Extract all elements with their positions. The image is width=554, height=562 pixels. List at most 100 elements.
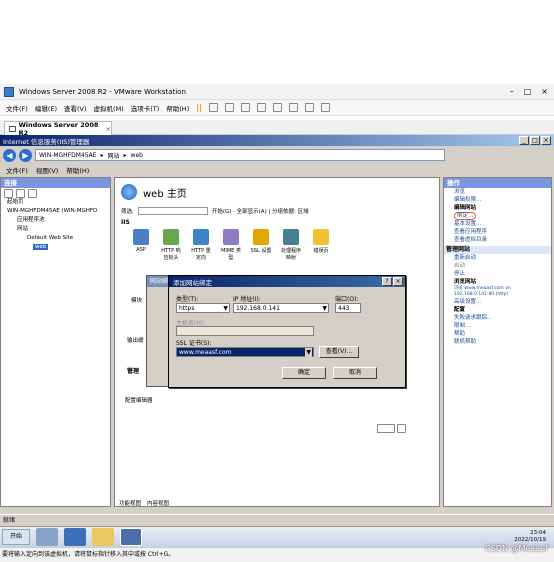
cancel-button[interactable]: 取消 bbox=[333, 367, 377, 379]
forward-icon[interactable]: ▶ bbox=[19, 148, 32, 162]
ok-button[interactable]: 确定 bbox=[282, 367, 326, 379]
connect-icon[interactable] bbox=[4, 189, 13, 198]
feature-redirect[interactable]: HTTP 重定向 bbox=[189, 229, 213, 261]
ip-dropdown-icon[interactable]: ▼ bbox=[322, 304, 327, 313]
tree-start-page[interactable]: 起始页 bbox=[1, 198, 110, 207]
port-label: 端口(O): bbox=[335, 296, 359, 303]
vm-tab[interactable]: Windows Server 2008 R2 × bbox=[4, 121, 112, 137]
type-select[interactable]: https ▼ bbox=[176, 303, 230, 313]
start-button[interactable]: 开始 bbox=[2, 529, 30, 545]
action-failed-tracing[interactable]: 失败请求跟踪... bbox=[444, 314, 551, 322]
feature-asp[interactable]: ASP bbox=[129, 229, 153, 261]
action-restart[interactable]: 重新启动 bbox=[444, 254, 551, 262]
section-iis: IIS bbox=[121, 219, 130, 226]
action-limits[interactable]: 限制... bbox=[444, 322, 551, 330]
view-help-icon[interactable] bbox=[397, 424, 406, 433]
pause-icon[interactable]: || bbox=[196, 103, 202, 112]
tab-close-icon[interactable]: × bbox=[106, 125, 111, 133]
breadcrumb[interactable]: WIN-MGHFDM45AE ▸ 网站 ▸ web bbox=[35, 149, 445, 161]
action-stop[interactable]: 停止 bbox=[444, 270, 551, 278]
breadcrumb-web[interactable]: web bbox=[131, 152, 143, 159]
ip-select[interactable]: 192.168.0.141 ▼ bbox=[233, 303, 329, 313]
menu-tabs[interactable]: 选项卡(T) bbox=[131, 103, 160, 113]
dialog-close-icon[interactable]: × bbox=[393, 277, 403, 286]
menu-view[interactable]: 查看(V) bbox=[64, 103, 87, 113]
browse-site-header: 浏览网站 bbox=[454, 279, 477, 285]
tree-web[interactable]: web bbox=[33, 244, 49, 250]
tree-app-pools[interactable]: 应用程序池 bbox=[1, 216, 110, 225]
console-icon[interactable] bbox=[305, 103, 315, 112]
tree-sites[interactable]: 网站 bbox=[1, 225, 110, 234]
config-header: 配置 bbox=[454, 307, 466, 313]
breadcrumb-server[interactable]: WIN-MGHFDM45AE bbox=[39, 152, 96, 159]
tab-features-view[interactable]: 功能视图 bbox=[119, 499, 141, 507]
snapshot-icon[interactable] bbox=[225, 103, 235, 112]
iis-maximize-icon[interactable]: □ bbox=[530, 136, 540, 145]
menu-vm[interactable]: 虚拟机(M) bbox=[94, 103, 124, 113]
menu-edit[interactable]: 编辑(E) bbox=[35, 103, 57, 113]
iis-menu-view[interactable]: 视图(V) bbox=[36, 165, 59, 175]
tab-content-view[interactable]: 内容视图 bbox=[147, 499, 169, 507]
iis-menu-file[interactable]: 文件(F) bbox=[6, 165, 28, 175]
feature-output-cache[interactable]: 输出缓 bbox=[127, 336, 144, 344]
action-view-vdirs[interactable]: 查看虚拟目录 bbox=[444, 236, 551, 244]
feature-mime[interactable]: MIME 类型 bbox=[219, 229, 243, 261]
menu-help[interactable]: 帮助(H) bbox=[166, 103, 189, 113]
address-bar: ◀ ▶ WIN-MGHFDM45AE ▸ 网站 ▸ web bbox=[0, 146, 554, 164]
iis-minimize-icon[interactable]: _ bbox=[519, 136, 529, 145]
filter-label: 筛选: bbox=[121, 209, 134, 215]
fullscreen-icon[interactable] bbox=[273, 103, 283, 112]
menu-file[interactable]: 文件(F) bbox=[6, 103, 28, 113]
type-dropdown-icon[interactable]: ▼ bbox=[223, 304, 228, 313]
view-icon[interactable] bbox=[321, 103, 331, 112]
ssl-dropdown-icon[interactable]: ▼ bbox=[305, 348, 312, 357]
unity-icon[interactable] bbox=[289, 103, 299, 112]
ip-label: IP 地址(I): bbox=[233, 296, 261, 303]
close-icon[interactable]: × bbox=[541, 87, 548, 96]
feature-config-editor[interactable]: 配置编辑器 bbox=[125, 396, 153, 404]
feature-modules[interactable]: 模块 bbox=[131, 296, 142, 304]
iis-manager-icon[interactable] bbox=[120, 528, 142, 546]
tree-server[interactable]: WIN-MGHFDM45AE (WIN-MGHFD bbox=[1, 207, 110, 216]
dialog-help-icon[interactable]: ? bbox=[382, 277, 392, 286]
action-basic-settings[interactable]: 基本设置... bbox=[444, 220, 551, 228]
tree-default-site[interactable]: Default Web Site bbox=[1, 234, 110, 243]
action-online-help[interactable]: 联机帮助 bbox=[444, 338, 551, 346]
feature-http-headers[interactable]: HTTP 响应标头 bbox=[159, 229, 183, 261]
redirect-icon bbox=[193, 229, 209, 245]
lock-icon bbox=[253, 229, 269, 245]
save-icon[interactable] bbox=[16, 189, 25, 198]
action-browse-url[interactable]: 浏览 www.meaasf.com on 192.168.0.141:80 (h… bbox=[444, 286, 551, 298]
maximize-icon[interactable]: □ bbox=[524, 87, 532, 96]
restore-snapshot-icon[interactable] bbox=[241, 103, 251, 112]
up-icon[interactable] bbox=[28, 189, 37, 198]
breadcrumb-sites[interactable]: 网站 bbox=[108, 151, 120, 160]
back-icon[interactable]: ◀ bbox=[3, 148, 16, 162]
action-view-apps[interactable]: 查看应用程序 bbox=[444, 228, 551, 236]
server-manager-icon[interactable] bbox=[36, 528, 58, 546]
action-bindings[interactable]: 绑定... bbox=[454, 212, 477, 220]
iis-statusbar: 就绪 bbox=[0, 514, 554, 526]
powershell-icon[interactable] bbox=[64, 528, 86, 546]
action-help[interactable]: 帮助 bbox=[444, 330, 551, 338]
minimize-icon[interactable]: – bbox=[510, 87, 514, 96]
manage-snapshot-icon[interactable] bbox=[257, 103, 267, 112]
action-advanced-settings[interactable]: 高级设置... bbox=[444, 298, 551, 306]
iis-close-icon[interactable]: × bbox=[541, 136, 551, 145]
iis-menu-help[interactable]: 帮助(H) bbox=[66, 165, 89, 175]
feature-ssl[interactable]: SSL 设置 bbox=[249, 229, 273, 261]
filter-bar: 筛选: 开始(G) · 全部显示(A) | 分组依据: 区域 bbox=[115, 206, 439, 216]
action-edit-permissions[interactable]: 编辑权限... bbox=[444, 196, 551, 204]
clock[interactable]: 23:04 2022/10/19 bbox=[514, 530, 546, 544]
filter-actions[interactable]: 开始(G) · 全部显示(A) | 分组依据: 区域 bbox=[212, 207, 309, 215]
view-cert-button[interactable]: 查看(V)... bbox=[319, 346, 359, 358]
port-input[interactable]: 443 bbox=[335, 303, 361, 313]
view-list-icon[interactable] bbox=[377, 424, 395, 433]
send-keys-icon[interactable] bbox=[209, 103, 219, 112]
action-browse[interactable]: 浏览 bbox=[444, 188, 551, 196]
explorer-icon[interactable] bbox=[92, 528, 114, 546]
feature-handlers[interactable]: 处理程序映射 bbox=[279, 229, 303, 261]
filter-input[interactable] bbox=[137, 207, 208, 215]
ssl-select[interactable]: www.meaasf.com ▼ bbox=[176, 347, 314, 357]
feature-error-pages[interactable]: 错误页 bbox=[309, 229, 333, 261]
